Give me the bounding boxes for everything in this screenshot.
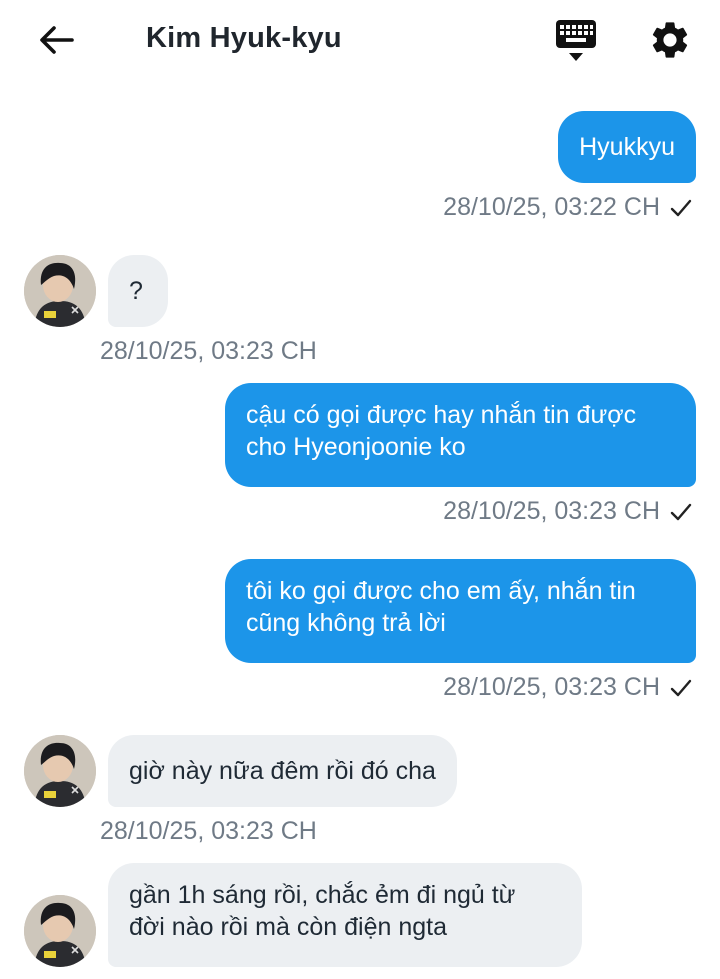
outgoing-message-bubble[interactable]: tôi ko gọi được cho em ấy, nhắn tin cũng… <box>225 559 696 663</box>
contact-name: Kim Hyuk-kyu <box>146 22 342 54</box>
message-timestamp: 28/10/25, 03:22 CH <box>443 193 692 222</box>
timestamp-text: 28/10/25, 03:23 CH <box>443 497 660 525</box>
avatar[interactable] <box>24 735 96 807</box>
avatar[interactable] <box>24 255 96 327</box>
keyboard-button[interactable] <box>552 18 600 64</box>
check-icon <box>670 199 692 216</box>
outgoing-message-bubble[interactable]: cậu có gọi được hay nhắn tin được cho Hy… <box>225 383 696 487</box>
incoming-message-bubble[interactable]: ? <box>108 255 168 327</box>
message-timestamp: 28/10/25, 03:23 CH <box>100 817 317 845</box>
timestamp-text: 28/10/25, 03:22 CH <box>443 193 660 221</box>
settings-button[interactable] <box>648 18 696 62</box>
check-icon <box>670 503 692 520</box>
check-icon <box>670 679 692 696</box>
incoming-message-bubble[interactable]: giờ này nữa đêm rồi đó cha <box>108 735 457 807</box>
contact-avatar-photo <box>24 255 96 327</box>
back-button[interactable] <box>34 20 78 60</box>
arrow-left-icon <box>40 26 74 54</box>
gear-icon <box>652 22 688 58</box>
contact-avatar-photo <box>24 735 96 807</box>
incoming-message-bubble[interactable]: gần 1h sáng rồi, chắc ẻm đi ngủ từ đời n… <box>108 863 582 967</box>
timestamp-text: 28/10/25, 03:23 CH <box>443 673 660 701</box>
avatar[interactable] <box>24 895 96 967</box>
message-timestamp: 28/10/25, 03:23 CH <box>100 337 317 365</box>
keyboard-icon <box>556 20 596 61</box>
message-timestamp: 28/10/25, 03:23 CH <box>443 673 692 702</box>
outgoing-message-bubble[interactable]: Hyukkyu <box>558 111 696 183</box>
contact-avatar-photo <box>24 895 96 967</box>
message-timestamp: 28/10/25, 03:23 CH <box>443 497 692 526</box>
chat-header: Kim Hyuk-kyu <box>0 0 720 84</box>
